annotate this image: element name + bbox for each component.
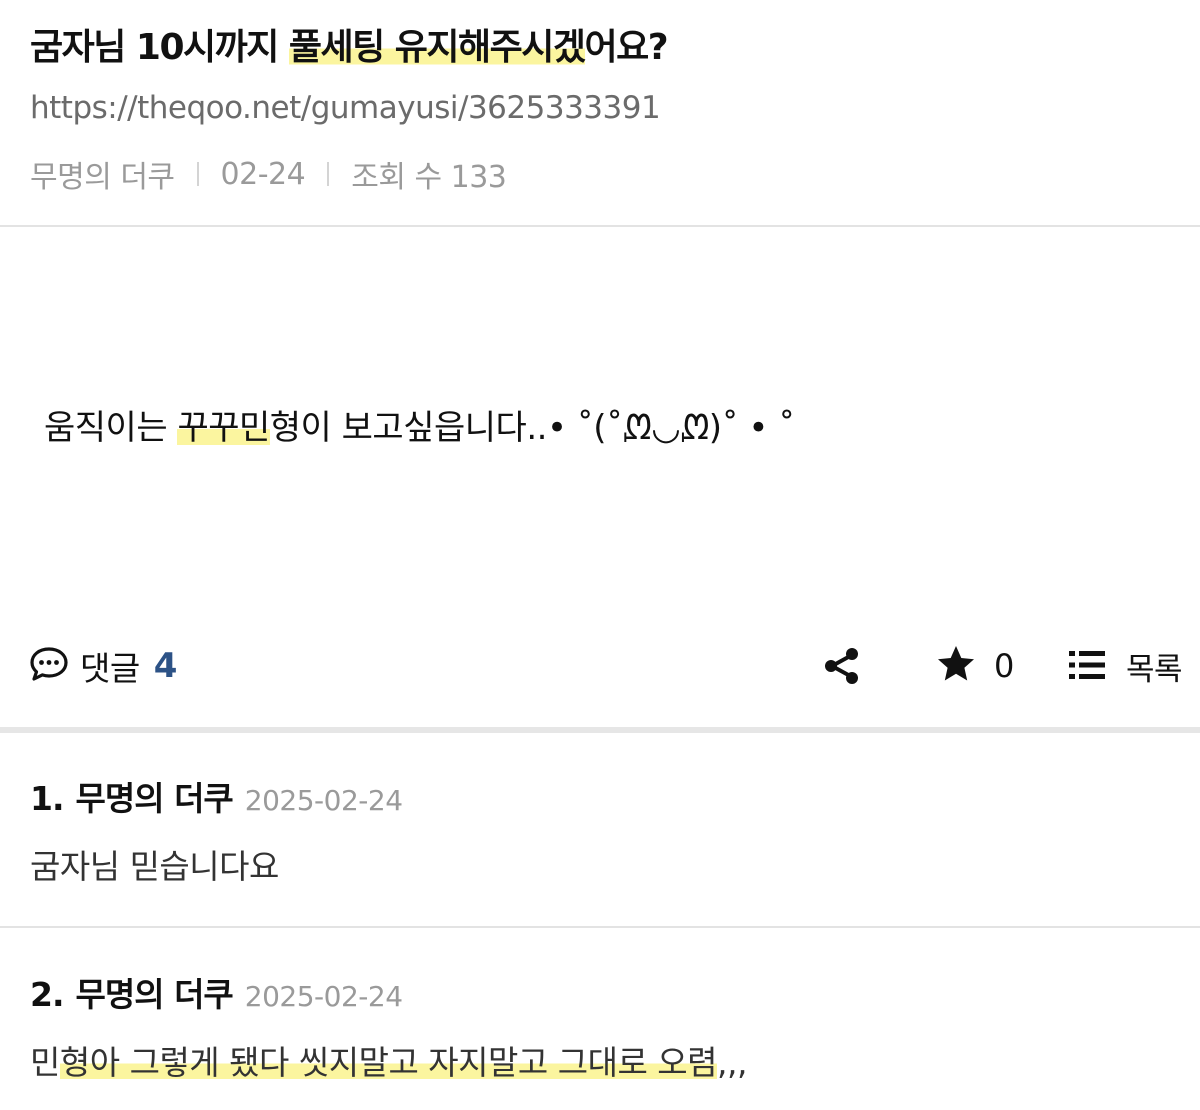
comment-text-highlight: 형아 그렇게 됐다 씻지말고 자지말고 그대로 오렴 [59, 1043, 718, 1082]
post-body-text: 움직이는 [44, 408, 178, 448]
post-url-link[interactable]: https://theqoo.net/gumayusi/3625333391 [30, 90, 661, 126]
post-meta: 무명의 더쿠 02-24 조회 수 133 [30, 152, 507, 196]
post-page: 굼자님 10시까지 풀세팅 유지해주시겠어요? https://theqoo.n… [0, 0, 1200, 1110]
meta-separator [196, 162, 199, 186]
speech-bubble-icon [28, 644, 70, 688]
recommend-count: 0 [994, 647, 1015, 685]
share-button[interactable] [822, 646, 862, 686]
post-body: 움직이는 꾸꾸민형이 보고싶읍니다..• ˚(˚ᘻ◡ᘻ)˚ • ˚ [44, 400, 795, 449]
meta-separator [327, 162, 330, 186]
post-title-suffix: 어요? [584, 27, 669, 68]
post-title: 굼자님 10시까지 풀세팅 유지해주시겠어요? [30, 18, 669, 70]
post-title-text: 굼자님 10시까지 [30, 27, 289, 68]
post-author: 무명의 더쿠 [30, 160, 175, 195]
post-body-suffix: 형이 보고싶읍니다..• ˚(˚ᘻ◡ᘻ)˚ • ˚ [269, 408, 795, 448]
post-date: 02-24 [220, 156, 306, 192]
post-title-highlight: 풀세팅 유지해주시겠 [288, 27, 586, 68]
comment-count-button[interactable]: 댓글 4 [28, 642, 177, 690]
action-bar: 댓글 4 0 목록 [0, 628, 1200, 704]
share-icon [822, 648, 862, 690]
star-icon [936, 644, 976, 688]
comment-label: 댓글 [80, 649, 140, 688]
comments-divider [0, 727, 1200, 733]
comment-text-start: 민 [30, 1043, 60, 1082]
comment-divider [0, 926, 1200, 928]
comment-header: 1. 무명의 더쿠 2025-02-24 [30, 772, 403, 820]
comment-index: 2. [30, 975, 64, 1014]
post-views: 조회 수 133 [351, 160, 507, 195]
comment-date: 2025-02-24 [244, 980, 403, 1013]
header-divider [0, 225, 1200, 227]
comment-index: 1. [30, 779, 64, 818]
list-icon [1068, 647, 1106, 687]
post-body-highlight: 꾸꾸민 [177, 408, 270, 448]
list-button[interactable]: 목록 [1068, 644, 1183, 689]
comment-text: 민형아 그렇게 됐다 씻지말고 자지말고 그대로 오렴,,, [30, 1036, 747, 1084]
comment-author: 무명의 더쿠 [75, 779, 234, 818]
comment-author: 무명의 더쿠 [75, 975, 234, 1014]
list-label: 목록 [1126, 652, 1183, 688]
comment-text-end: ,,, [717, 1043, 747, 1082]
comment-date: 2025-02-24 [244, 784, 403, 817]
comment-count: 4 [153, 646, 178, 686]
recommend-button[interactable]: 0 [936, 644, 1014, 688]
comment-text: 굼자님 믿습니다요 [30, 847, 279, 886]
comment-header: 2. 무명의 더쿠 2025-02-24 [30, 968, 403, 1016]
